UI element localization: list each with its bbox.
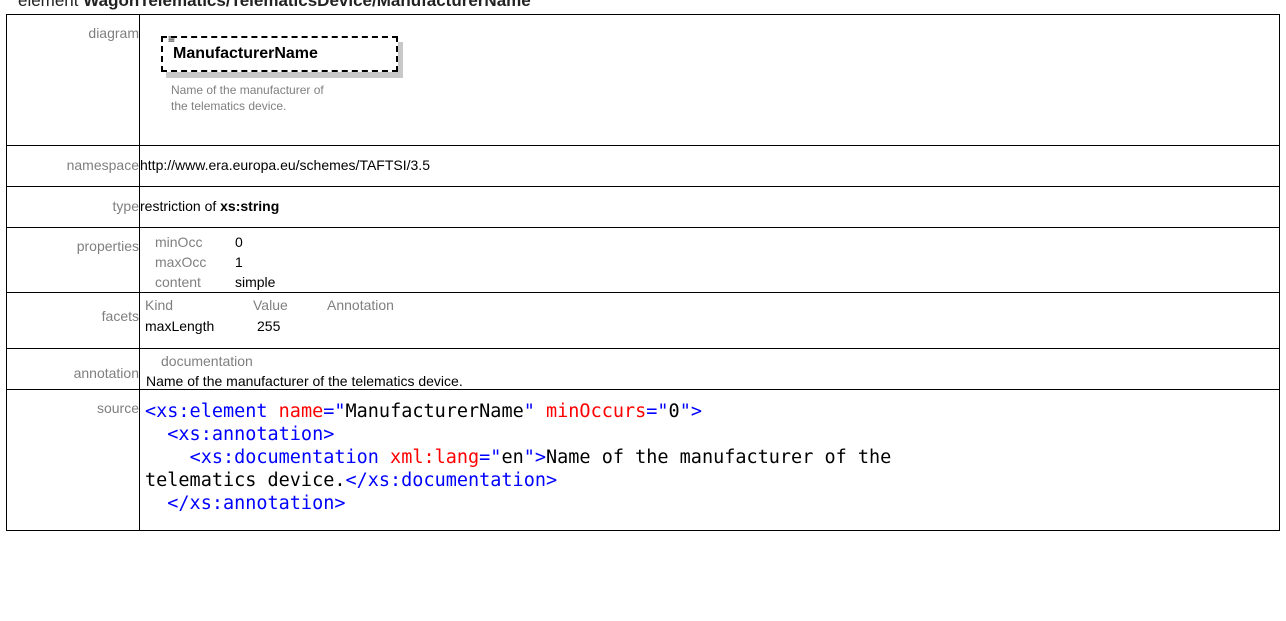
- property-value: 0: [235, 234, 243, 250]
- namespace-label: namespace: [66, 157, 139, 173]
- facet-kind-header: Kind: [145, 297, 174, 313]
- property-value: 1: [235, 254, 243, 270]
- type-value: restriction of xs:string: [140, 187, 1279, 214]
- annotation-heading: documentation: [161, 353, 253, 369]
- row-diagram: diagram ≡ ManufacturerName Name of the m…: [6, 14, 1280, 146]
- facet-value: 255: [257, 318, 281, 334]
- properties-list: minOcc 0 maxOcc 1 content simple: [140, 228, 1279, 292]
- property-key: maxOcc: [155, 254, 207, 270]
- type-prefix: restriction of: [140, 198, 221, 214]
- element-diagram: ≡ ManufacturerName Name of the manufactu…: [140, 15, 440, 135]
- element-doc-table: diagram ≡ ManufacturerName Name of the m…: [6, 14, 1280, 531]
- annotation-text: Name of the manufacturer of the telemati…: [146, 373, 463, 389]
- property-value: simple: [235, 274, 276, 290]
- namespace-value: http://www.era.europa.eu/schemes/TAFTSI/…: [140, 157, 430, 173]
- facet-row: maxLength 255: [140, 313, 1279, 334]
- heading-prefix: element: [18, 0, 84, 10]
- row-annotation: annotation documentation Name of the man…: [6, 348, 1280, 390]
- element-box-name: ManufacturerName: [173, 45, 318, 62]
- schema-doc-page: element WagonTelematics/TelematicsDevice…: [0, 0, 1286, 621]
- row-properties: properties minOcc 0 maxOcc 1 content simple: [6, 227, 1280, 293]
- facet-value-header: Value: [253, 297, 288, 313]
- element-box[interactable]: ≡ ManufacturerName: [161, 32, 398, 72]
- row-source: source <xs:element name="ManufacturerNam…: [6, 389, 1280, 531]
- annotation-label: annotation: [73, 365, 139, 381]
- facet-kind: maxLength: [145, 318, 215, 334]
- row-namespace: namespace http://www.era.europa.eu/schem…: [6, 145, 1280, 187]
- element-heading: element WagonTelematics/TelematicsDevice…: [18, 0, 531, 11]
- properties-label: properties: [76, 238, 139, 254]
- row-type: type restriction of xs:string: [6, 186, 1280, 228]
- documentation-lines-icon: ≡: [168, 32, 176, 46]
- facet-annotation-header: Annotation: [327, 297, 394, 313]
- source-code: <xs:element name="ManufacturerName" minO…: [145, 401, 892, 514]
- facets-header: Kind Value Annotation: [140, 293, 1279, 313]
- property-key: content: [155, 274, 201, 290]
- source-label: source: [96, 400, 139, 416]
- type-label: type: [112, 198, 139, 214]
- type-base-link[interactable]: xs:string: [220, 198, 279, 214]
- facets-label: facets: [101, 308, 139, 324]
- element-box-description: Name of the manufacturer of the telemati…: [171, 83, 324, 113]
- property-key: minOcc: [155, 234, 203, 250]
- diagram-label: diagram: [88, 25, 139, 41]
- heading-path: WagonTelematics/TelematicsDevice/Manufac…: [83, 0, 531, 10]
- row-facets: facets Kind Value Annotation maxLength 2…: [6, 292, 1280, 349]
